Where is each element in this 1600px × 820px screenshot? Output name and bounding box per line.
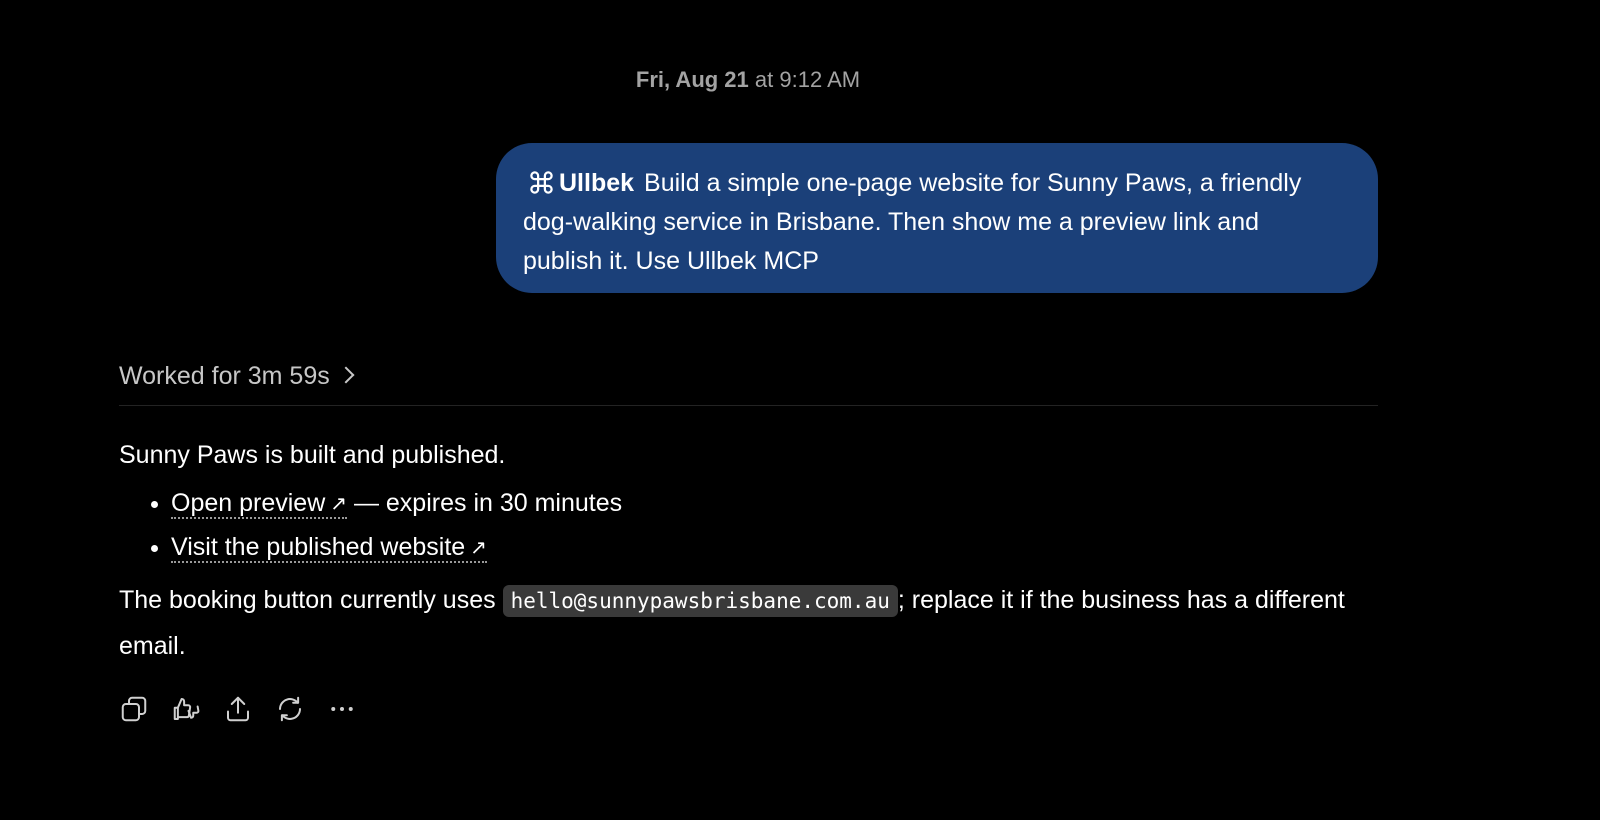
assistant-answer: Sunny Paws is built and published. Open … [119, 438, 1379, 669]
regenerate-button[interactable] [274, 693, 306, 725]
timestamp-date: Fri, Aug 21 [635, 67, 749, 92]
mention-label: Ullbek [559, 169, 635, 197]
link-text: Visit the published website [171, 533, 466, 561]
worked-duration-toggle[interactable]: Worked for 3m 59s [119, 359, 355, 393]
share-icon [227, 696, 249, 722]
more-icon [331, 707, 353, 711]
link-suffix: — expires in 30 minutes [347, 489, 623, 517]
divider [119, 405, 1378, 406]
user-message-text: Build a simple one-page website for Sunn… [523, 169, 1302, 275]
worked-duration-label: Worked for 3m 59s [119, 362, 330, 390]
feedback-button[interactable] [170, 693, 202, 725]
timestamp-at: at [748, 67, 780, 92]
answer-email-note: The booking button currently uses hello@… [119, 578, 1379, 669]
external-link-icon: ↗ [470, 537, 487, 559]
copy-icon [121, 696, 147, 722]
thumbs-up-down-icon [173, 698, 200, 720]
list-item: Open preview↗ — expires in 30 minutes [171, 486, 1379, 521]
more-options-button[interactable] [326, 693, 358, 725]
message-actions [118, 693, 358, 725]
share-button[interactable] [222, 693, 254, 725]
mention-tag[interactable]: Ullbek [523, 169, 634, 197]
email-note-before: The booking button currently uses [119, 586, 503, 614]
timestamp-time: 9:12 AM [779, 67, 861, 92]
external-link-icon: ↗ [330, 493, 348, 515]
answer-link-list: Open preview↗ — expires in 30 minutes Vi… [119, 486, 1379, 565]
command-icon [530, 171, 553, 194]
list-item: Visit the published website↗ [171, 530, 1379, 565]
chevron-right-icon [337, 366, 355, 384]
message-timestamp: Fri, Aug 21 at 9:12 AM [0, 66, 1496, 94]
email-code: hello@sunnypawsbrisbane.com.au [502, 585, 898, 617]
user-message-bubble: Ullbek Build a simple one-page website fo… [496, 143, 1378, 293]
copy-button[interactable] [118, 693, 150, 725]
regenerate-icon [279, 696, 301, 722]
link-text: Open preview [171, 489, 326, 517]
open-preview-link[interactable]: Open preview ↗ [171, 489, 348, 519]
answer-intro: Sunny Paws is built and published. [119, 441, 506, 469]
visit-website-link[interactable]: Visit the published website ↗ [171, 533, 487, 563]
